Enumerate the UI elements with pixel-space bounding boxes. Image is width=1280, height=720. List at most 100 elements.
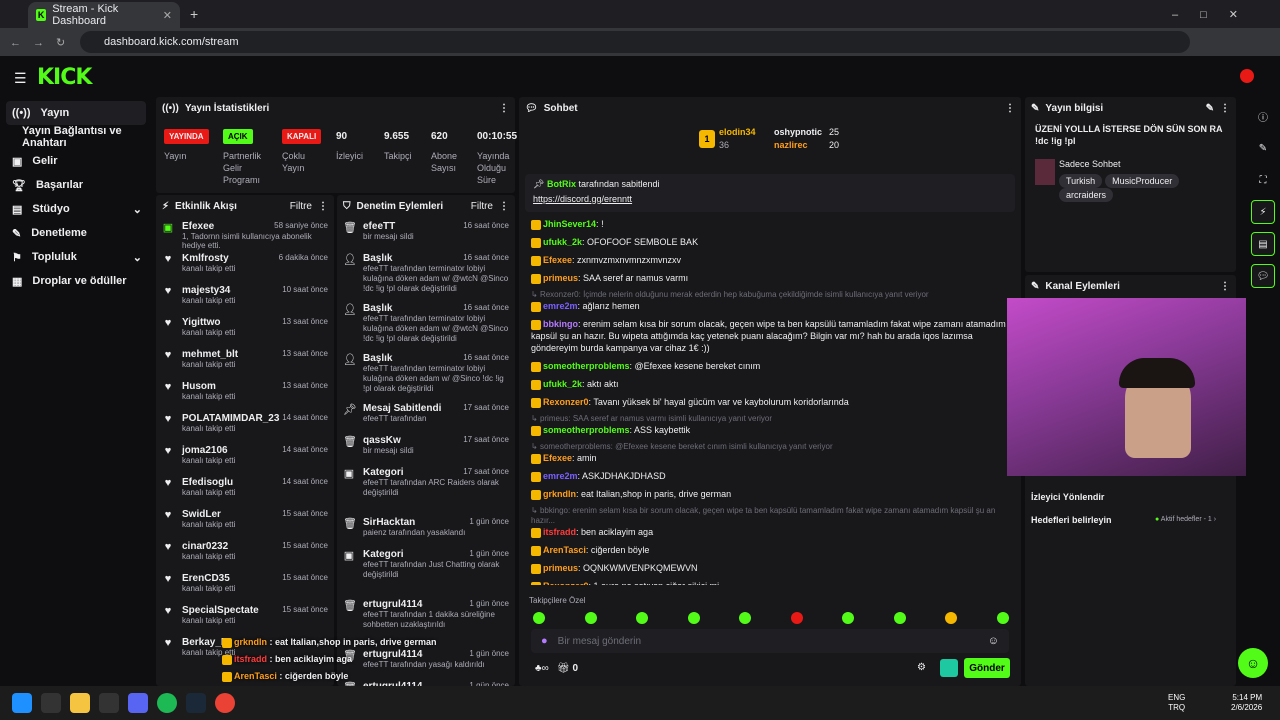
chat-username[interactable]: Rexonzer0: [543, 581, 589, 585]
chat-message[interactable]: primeus: SAA seref ar namus varmı: [531, 269, 1011, 287]
list-item[interactable]: ▣ Kategori 1 gün önce efeeTT tarafından Jus…: [337, 545, 515, 595]
list-item[interactable]: ▣ Kategori 17 saat önce efeeTT tarafından A…: [337, 463, 515, 513]
edit-icon[interactable]: ✎: [1206, 103, 1214, 114]
filter-button[interactable]: Filtre: [290, 201, 312, 212]
user-avatar[interactable]: [1240, 69, 1254, 83]
emote-icon[interactable]: [842, 612, 855, 624]
bolt-icon[interactable]: ⚡︎: [1251, 200, 1275, 224]
more-icon[interactable]: ⋮: [1220, 103, 1230, 114]
url-field[interactable]: dashboard.kick.com/stream: [80, 31, 1190, 53]
chat-username[interactable]: ArenTasci: [543, 545, 586, 555]
list-item[interactable]: 🗑︎ qassKw 17 saat önce bir mesajı sildi: [337, 431, 515, 463]
chat-message[interactable]: JhinSever14: !: [531, 215, 1011, 233]
kick-logo[interactable]: KICK: [37, 65, 92, 90]
discord-icon[interactable]: [128, 693, 148, 713]
document-icon[interactable]: ▤: [1251, 232, 1275, 256]
emote-icon[interactable]: [893, 612, 906, 624]
support-chat-icon[interactable]: ☺: [1238, 648, 1268, 678]
chrome-icon[interactable]: [215, 693, 235, 713]
new-tab-icon[interactable]: +: [190, 6, 198, 22]
edit-icon[interactable]: ✎: [1251, 136, 1275, 160]
chat-icon[interactable]: 💬︎: [1251, 264, 1275, 288]
list-item[interactable]: 🗑︎ efeeTT 16 saat önce bir mesajı sildi: [337, 217, 515, 249]
chat-username[interactable]: bbkingo: [543, 319, 578, 329]
chat-input[interactable]: ● Bir mesaj gönderin ☺: [531, 629, 1009, 653]
list-item[interactable]: ♥ cinar0232 15 saat önce kanalı takip etti: [156, 537, 334, 569]
chat-message[interactable]: someotherproblems: @Efexee kesene bereke…: [531, 357, 1011, 375]
chat-message[interactable]: primeus: OQNKWMVENPKQMEWVN: [531, 559, 1011, 577]
emote-icon[interactable]: [739, 612, 752, 624]
emote-icon[interactable]: [584, 612, 597, 624]
browser-tab[interactable]: K Stream - Kick Dashboard ✕: [28, 2, 180, 28]
chat-username[interactable]: itsfradd: [543, 527, 576, 537]
app-icon[interactable]: [99, 693, 119, 713]
gift-icon[interactable]: 🎁︎: [557, 663, 570, 674]
send-button[interactable]: Gönder: [964, 658, 1010, 678]
settings-icon[interactable]: ⚙: [917, 662, 926, 673]
chat-username[interactable]: Rexonzer0: [543, 397, 589, 407]
list-item[interactable]: ♥ joma2106 14 saat önce kanalı takip etti: [156, 441, 334, 473]
mic-icon[interactable]: ●: [541, 635, 548, 647]
more-icon[interactable]: ⋮: [1220, 281, 1230, 292]
emote-icon[interactable]: [790, 612, 803, 624]
points-icon[interactable]: ♣∞: [535, 663, 549, 674]
sidebar-item-gelir[interactable]: ▣ Gelir: [0, 149, 152, 173]
sidebar-item-topluluk[interactable]: ⚑ Topluluk ⌄: [0, 245, 152, 269]
chat-username[interactable]: emre2m: [543, 301, 578, 311]
chat-message[interactable]: ufukk_2k: OFOFOOF SEMBOLE BAK: [531, 233, 1011, 251]
emote-icon[interactable]: [996, 612, 1009, 624]
list-item[interactable]: ♥ SwidLer 15 saat önce kanalı takip etti: [156, 505, 334, 537]
chat-message[interactable]: ↳ primeus: SAA seref ar namus varmı isim…: [531, 411, 1011, 439]
sidebar-item-droplar[interactable]: ▦ Droplar ve ödüller: [0, 269, 152, 293]
chat-message[interactable]: ↳ bbkingo: erenim selam kısa bir sorum o…: [531, 503, 1011, 541]
chat-username[interactable]: primeus: [543, 273, 578, 283]
more-icon[interactable]: ⋮: [1005, 103, 1015, 114]
sidebar-item-basarilar[interactable]: 🏆︎ Başarılar: [0, 173, 152, 197]
steam-icon[interactable]: [186, 693, 206, 713]
window-controls[interactable]: –□✕: [1172, 8, 1260, 21]
chat-username[interactable]: JhinSever14: [543, 219, 596, 229]
pinned-message[interactable]: 📌︎ BotRix tarafından sabitlendi https://…: [525, 174, 1015, 212]
clock[interactable]: 5:14 PM 2/6/2026: [1231, 693, 1262, 713]
pinned-link[interactable]: https://discord.gg/erenntt: [533, 194, 1007, 204]
menu-icon[interactable]: ☰: [14, 70, 27, 87]
language-indicator[interactable]: ENG TRQ: [1168, 693, 1185, 713]
chat-message[interactable]: ↳ Rexonzer0: İçimde nelerin olduğunu mer…: [531, 287, 1011, 315]
emote-icon[interactable]: [636, 612, 649, 624]
list-item[interactable]: ♥ Yigittwo 13 saat önce kanalı takip etti: [156, 313, 334, 345]
chat-username[interactable]: ufukk_2k: [543, 379, 582, 389]
close-tab-icon[interactable]: ✕: [163, 9, 172, 22]
chat-message[interactable]: Rexonzer0: 1 euro ne satıyon ciğer sikic…: [531, 577, 1011, 585]
chat-message[interactable]: ufukk_2k: aktı aktı: [531, 375, 1011, 393]
emote-icon[interactable]: [687, 612, 700, 624]
emote-icon[interactable]: [533, 612, 545, 624]
list-item[interactable]: ♥ Efedisoglu 14 saat önce kanalı takip etti: [156, 473, 334, 505]
list-item[interactable]: 🗑︎ SirHacktan 1 gün önce paienz tarafından …: [337, 513, 515, 545]
list-item[interactable]: ♥ ErenCD35 15 saat önce kanalı takip etti: [156, 569, 334, 601]
windows-start-icon[interactable]: [12, 693, 32, 713]
search-icon[interactable]: [41, 693, 61, 713]
more-icon[interactable]: ⋮: [318, 201, 328, 212]
list-item[interactable]: ♥ Kmlfrosty 6 dakika önce kanalı takip etti: [156, 249, 334, 281]
chat-message[interactable]: Efexee: zxnmvzmxnvmnzxmvnzxv: [531, 251, 1011, 269]
chat-message[interactable]: ↳ someotherproblems: @Efexee kesene bere…: [531, 439, 1011, 467]
chat-username[interactable]: grkndln: [543, 489, 576, 499]
chat-username[interactable]: someotherproblems: [543, 361, 630, 371]
chat-username[interactable]: someotherproblems: [543, 425, 630, 435]
sidebar-item-stream-key[interactable]: Yayın Bağlantısı ve Anahtarı: [0, 125, 152, 149]
chat-username[interactable]: Efexee: [543, 255, 572, 265]
info-icon[interactable]: ⓘ: [1251, 104, 1275, 128]
chat-message[interactable]: Rexonzer0: Tavanı yüksek bi' hayal gücüm…: [531, 393, 1011, 411]
chat-message[interactable]: ArenTasci: ciğerden böyle: [531, 541, 1011, 559]
sidebar-item-studyo[interactable]: ▤ Stüdyo ⌄: [0, 197, 152, 221]
list-item[interactable]: ♥ majesty34 10 saat önce kanalı takip etti: [156, 281, 334, 313]
folder-icon[interactable]: [70, 693, 90, 713]
spotify-icon[interactable]: [157, 693, 177, 713]
sidebar-item-denetleme[interactable]: ✎ Denetleme: [0, 221, 152, 245]
list-item[interactable]: 👤︎ Başlık 16 saat önce efeeTT tarafından te…: [337, 299, 515, 349]
list-item[interactable]: ▣ Efexee 58 saniye önce 1, Tadornn isimli k…: [156, 217, 334, 250]
list-item[interactable]: ♥ SpecialSpectate 15 saat önce kanalı takip…: [156, 601, 334, 633]
raid-action[interactable]: İzleyici Yönlendir: [1031, 492, 1104, 502]
list-item[interactable]: 👤︎ Başlık 16 saat önce efeeTT tarafından te…: [337, 349, 515, 399]
list-item[interactable]: ♥ POLATAMIMDAR_23 14 saat önce kanalı takip…: [156, 409, 334, 441]
